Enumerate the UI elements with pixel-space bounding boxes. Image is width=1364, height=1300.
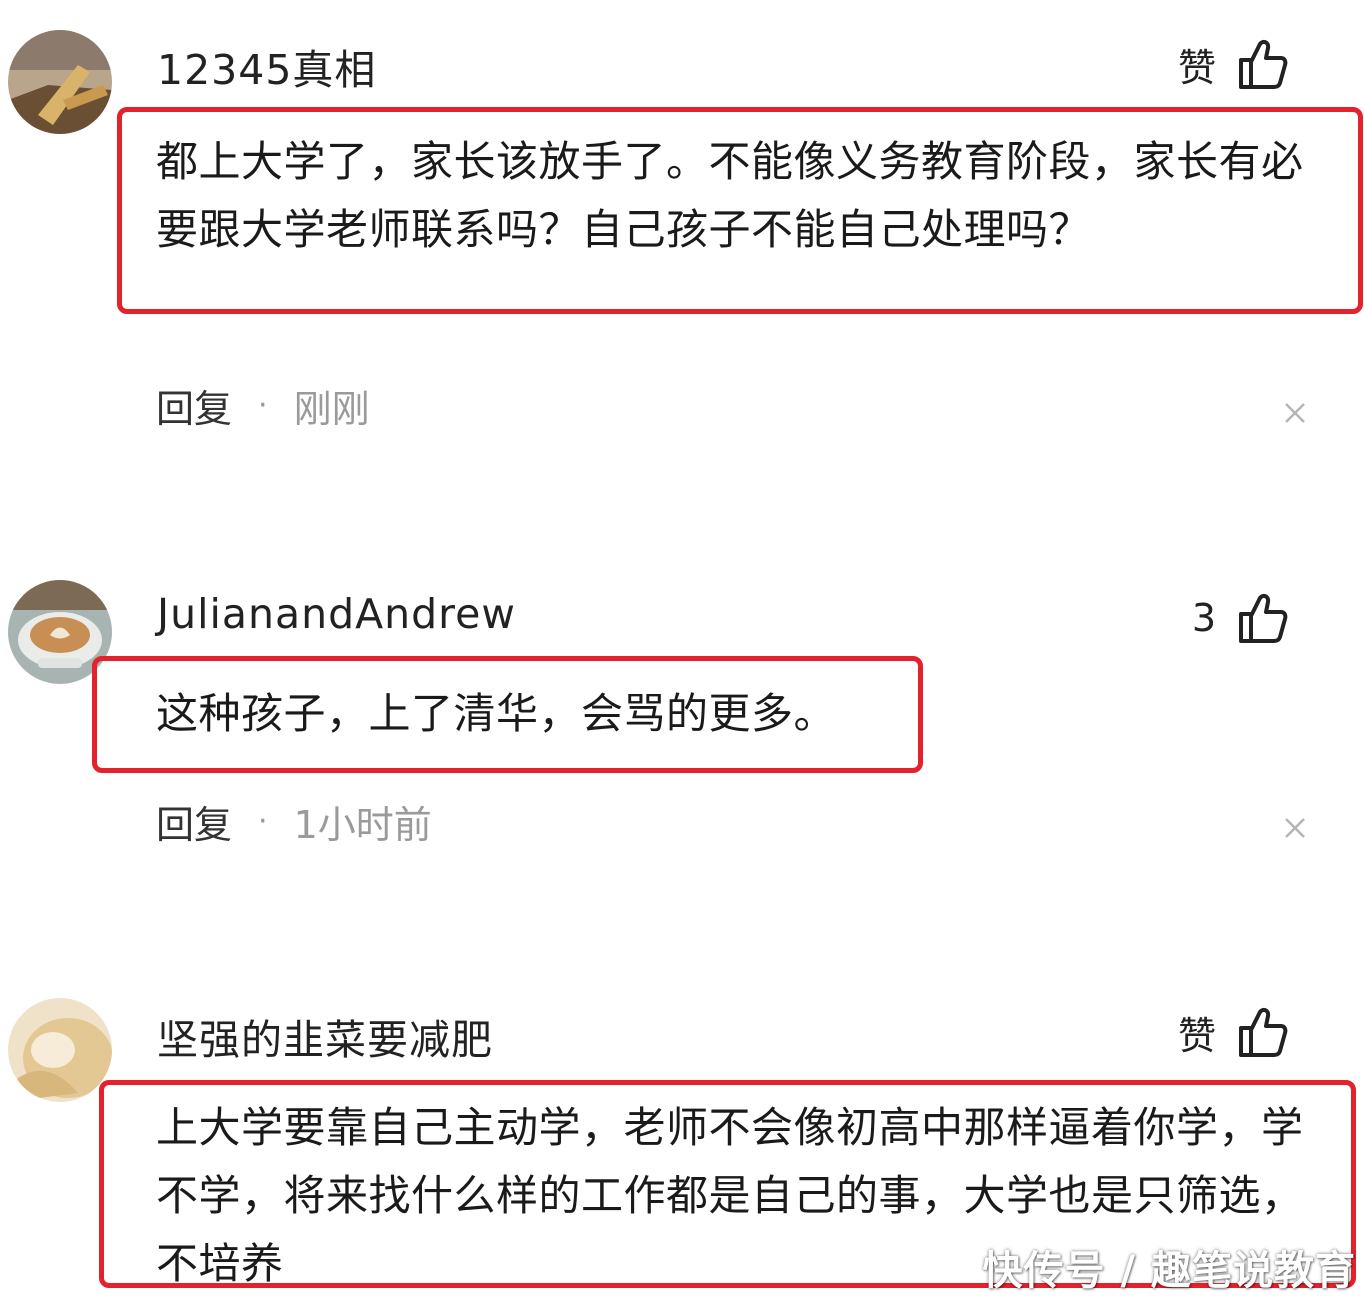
close-icon[interactable] — [1280, 813, 1310, 843]
comment-meta: 回复 · 刚刚 — [156, 378, 370, 433]
timestamp: 1小时前 — [293, 802, 432, 847]
like-button[interactable]: 3 — [1192, 588, 1288, 648]
username[interactable]: 坚强的韭菜要减肥 — [157, 1006, 493, 1066]
like-label: 赞 — [1177, 1013, 1216, 1058]
like-button[interactable]: 赞 — [1178, 34, 1288, 94]
username[interactable]: JulianandAndrew — [157, 590, 516, 638]
thumbs-up-icon — [1238, 592, 1288, 644]
comment-text: 都上大学了，家长该放手了。不能像义务教育阶段，家长有必要跟大学老师联系吗？自己孩… — [156, 137, 1304, 254]
reply-button[interactable]: 回复 — [156, 794, 232, 849]
close-icon[interactable] — [1280, 398, 1310, 428]
reply-button[interactable]: 回复 — [156, 378, 232, 433]
like-button[interactable]: 赞 — [1178, 1002, 1288, 1062]
watermark: 快传号 / 趣笔说教育 — [982, 1248, 1356, 1294]
comment-list: 12345真相 赞 都上大学了，家长该放手了。不能像义务教育阶段，家长有必要跟大… — [0, 0, 1364, 1300]
avatar[interactable] — [8, 998, 112, 1102]
username[interactable]: 12345真相 — [157, 36, 376, 96]
timestamp: 刚刚 — [293, 386, 370, 431]
thumbs-up-icon — [1238, 38, 1288, 90]
like-label: 赞 — [1177, 45, 1216, 90]
comment-meta: 回复 · 1小时前 — [156, 794, 432, 849]
avatar[interactable] — [8, 30, 112, 134]
like-count: 3 — [1191, 596, 1216, 640]
separator: · — [258, 387, 268, 423]
comment-text: 这种孩子，上了清华，会骂的更多。 — [156, 689, 837, 738]
thumbs-up-icon — [1238, 1006, 1288, 1058]
separator: · — [258, 803, 268, 839]
